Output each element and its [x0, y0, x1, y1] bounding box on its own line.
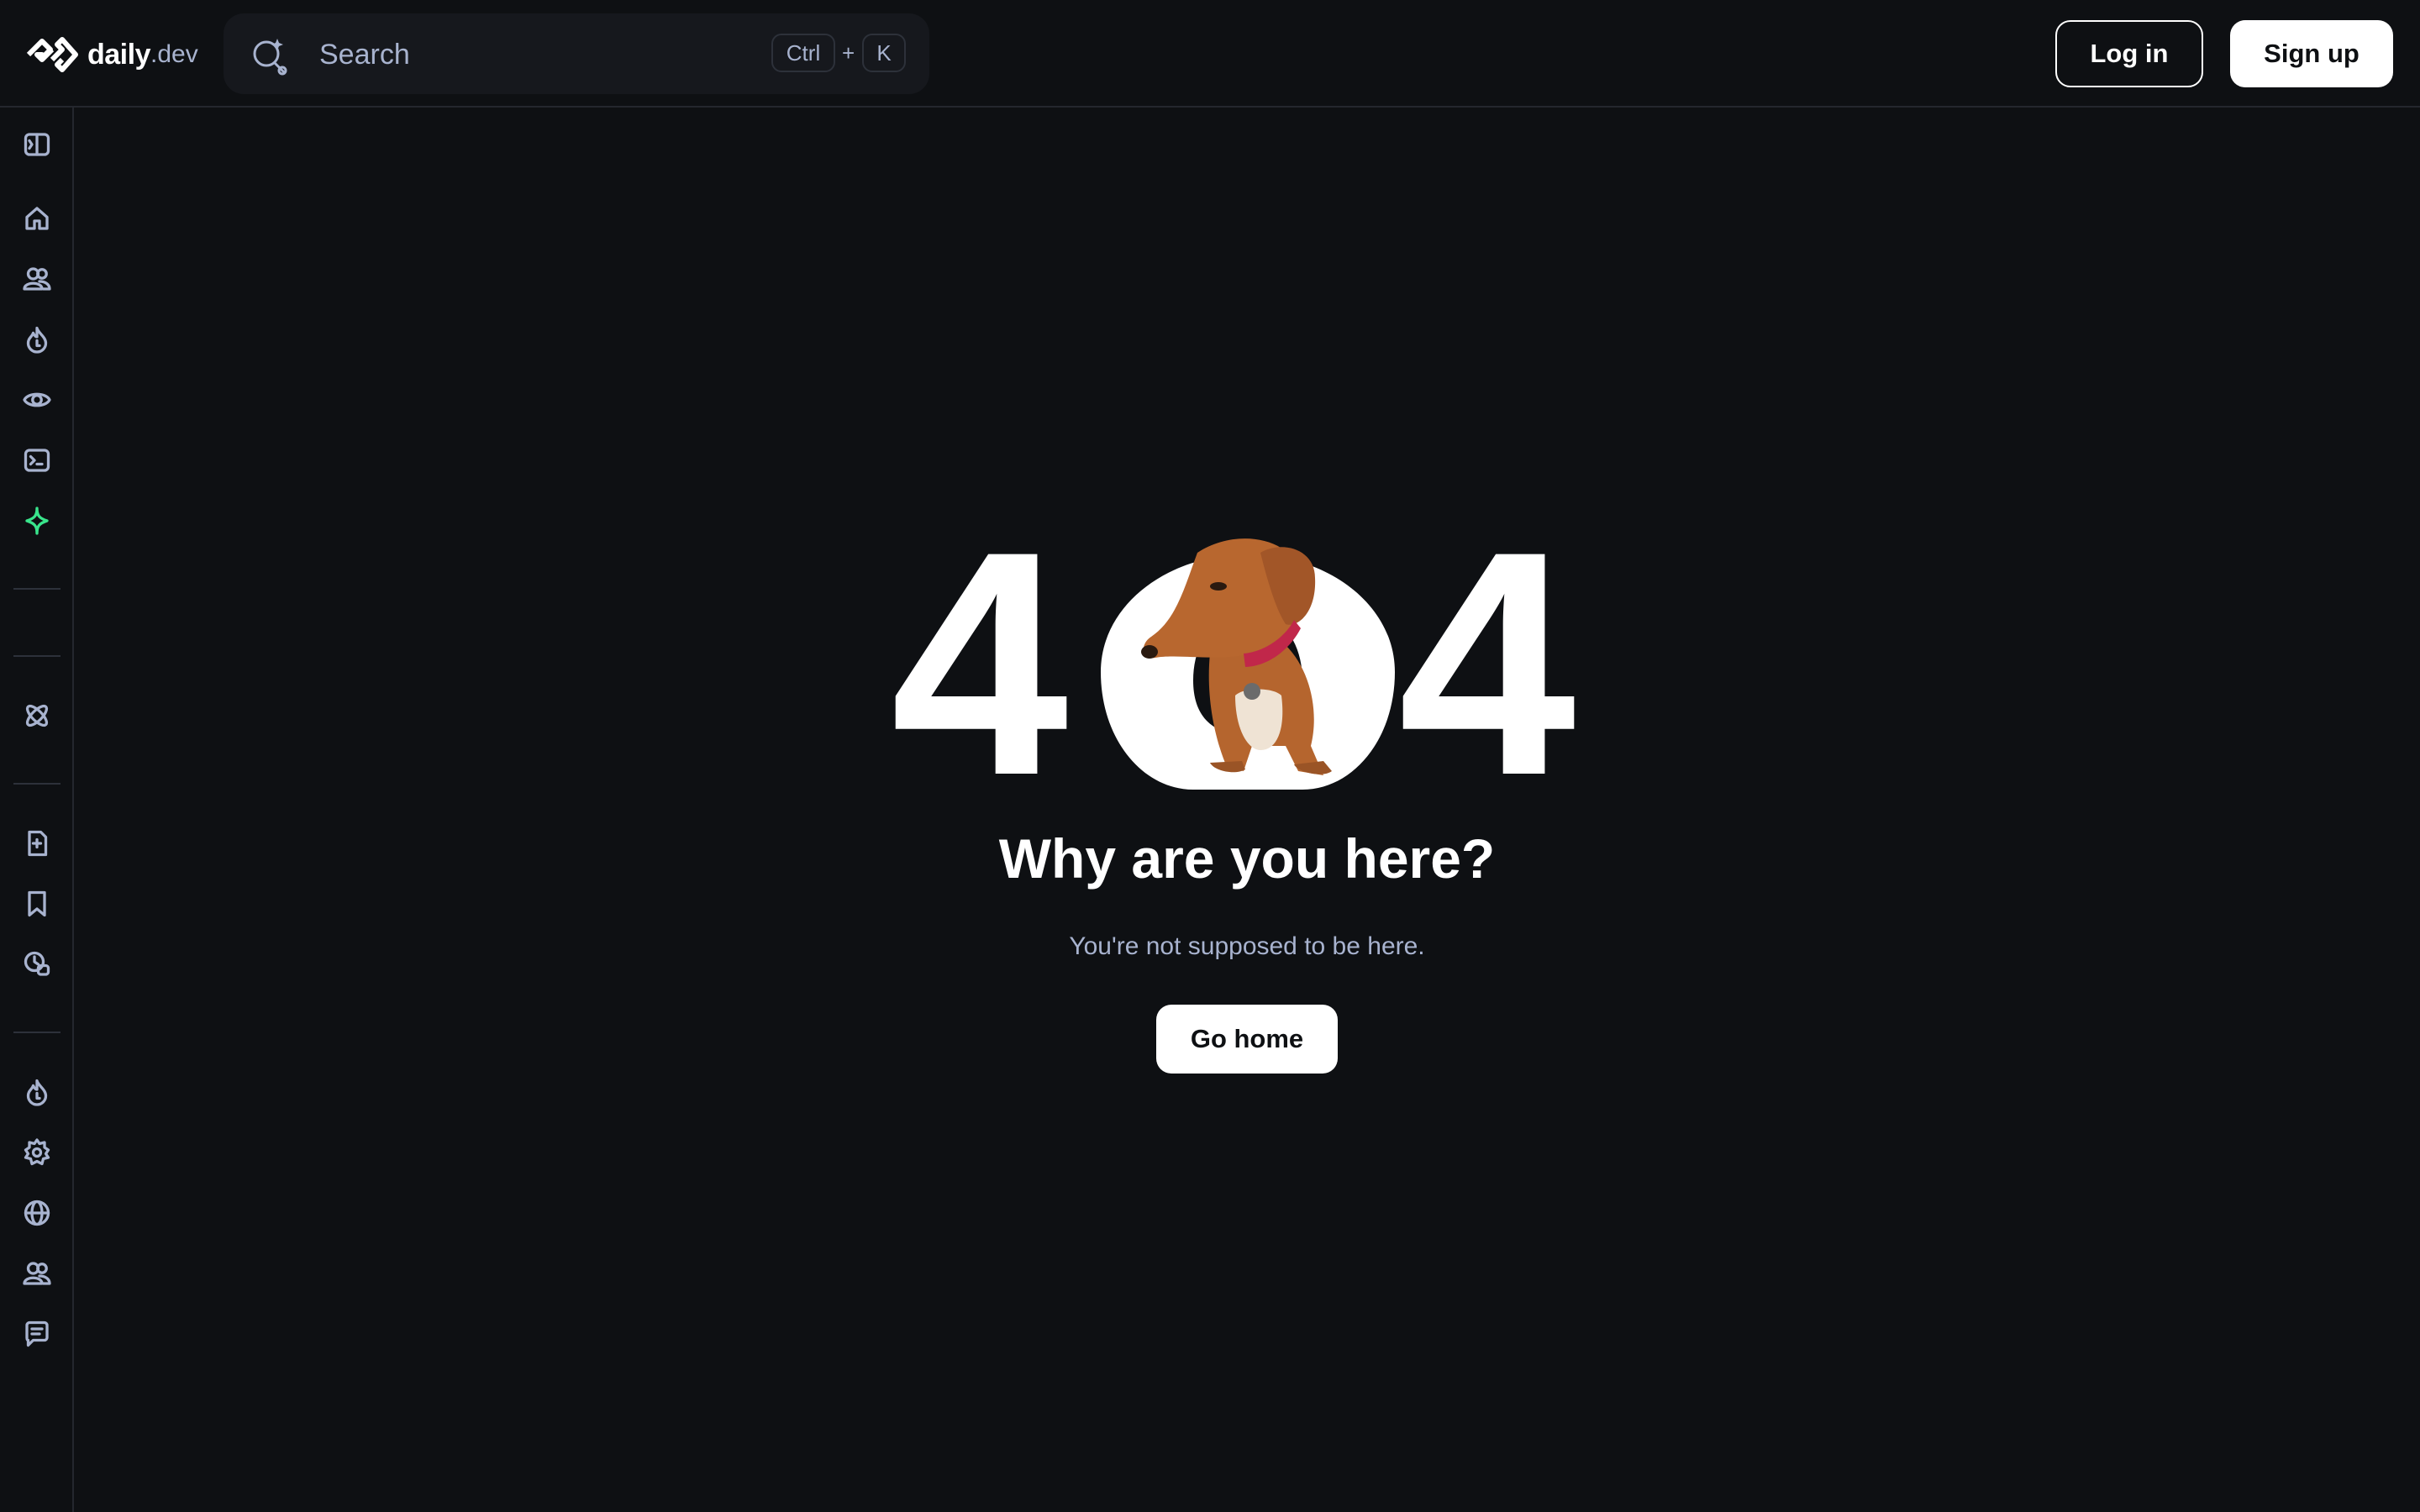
- go-home-button[interactable]: Go home: [1156, 1005, 1338, 1074]
- search-icon: [253, 39, 287, 76]
- feedback-icon[interactable]: [20, 1317, 54, 1351]
- sidebar-toggle-icon[interactable]: [20, 128, 54, 161]
- shortcut-plus: +: [842, 40, 855, 66]
- terminal-icon[interactable]: [20, 444, 54, 477]
- shortcut-k-key: K: [862, 34, 906, 72]
- dachshund-dog-image: [1141, 538, 1332, 775]
- eye-icon[interactable]: [20, 383, 54, 417]
- sparkle-icon[interactable]: [20, 504, 54, 538]
- sidebar-divider: [13, 1032, 60, 1033]
- atom-icon[interactable]: [20, 699, 54, 732]
- logo-wordmark: daily: [87, 38, 150, 71]
- error-title: Why are you here?: [998, 827, 1496, 890]
- popular-flame-icon[interactable]: [20, 323, 54, 356]
- users-icon[interactable]: [20, 1257, 54, 1290]
- sidebar-divider: [13, 588, 60, 590]
- signup-button[interactable]: Sign up: [2230, 20, 2393, 87]
- settings-icon[interactable]: [20, 1136, 54, 1169]
- daily-dev-logo[interactable]: daily .dev: [25, 34, 198, 76]
- top-header: daily .dev Search Ctrl + K Log in Sign up: [0, 0, 2420, 108]
- login-button[interactable]: Log in: [2055, 20, 2203, 87]
- sidebar-divider: [13, 655, 60, 657]
- logo-suffix: .dev: [150, 40, 198, 68]
- globe-icon[interactable]: [20, 1196, 54, 1230]
- home-icon[interactable]: [20, 202, 54, 235]
- error-digit-first: 4: [891, 485, 1069, 842]
- error-subtitle: You're not supposed to be here.: [1069, 932, 1425, 960]
- search-bar[interactable]: Search Ctrl + K: [224, 13, 929, 94]
- sidebar: [0, 108, 74, 1512]
- sidebar-divider: [13, 783, 60, 785]
- bookmark-icon[interactable]: [20, 887, 54, 921]
- error-code-404: 4 4: [874, 485, 1630, 842]
- squads-icon[interactable]: [20, 262, 54, 296]
- flame-icon[interactable]: [20, 1075, 54, 1109]
- search-placeholder: Search: [319, 39, 410, 71]
- shortcut-ctrl-key: Ctrl: [771, 34, 835, 72]
- logo-icon: [26, 37, 78, 72]
- error-digit-last: 4: [1398, 485, 1576, 842]
